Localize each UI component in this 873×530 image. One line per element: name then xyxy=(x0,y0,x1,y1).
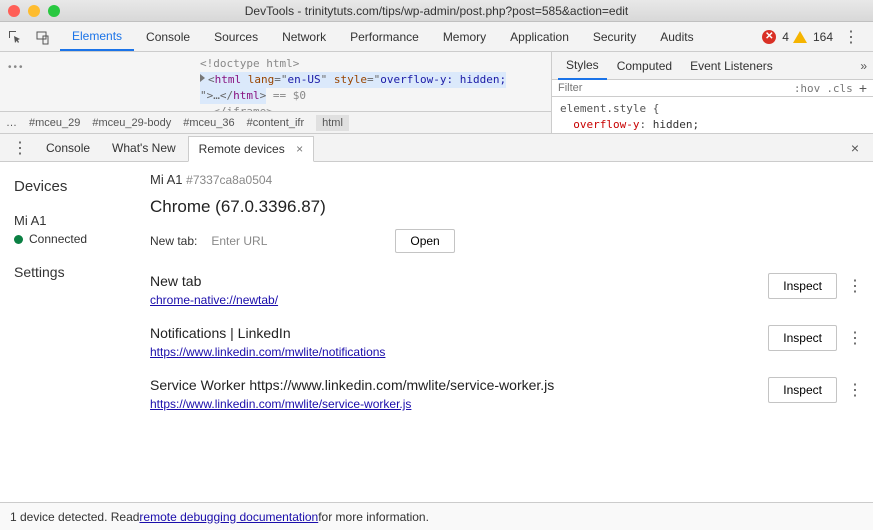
device-name: Mi A1 xyxy=(150,172,183,187)
drawer-tab-remotedevices[interactable]: Remote devices × xyxy=(188,136,314,162)
device-toolbar-icon[interactable] xyxy=(32,26,54,48)
chevrons-icon[interactable]: » xyxy=(860,59,867,73)
rule-property: overflow-y xyxy=(573,118,639,131)
device-header: Mi A1 #7337ca8a0504 xyxy=(150,172,861,187)
tab-security[interactable]: Security xyxy=(581,22,648,51)
close-tab-icon[interactable]: × xyxy=(296,142,303,156)
sidebar-device-status: Connected xyxy=(14,232,136,246)
drawer-tab-label: Remote devices xyxy=(199,142,285,156)
inspect-button[interactable]: Inspect xyxy=(768,377,837,403)
devices-heading: Devices xyxy=(14,178,136,195)
breadcrumb-item[interactable]: … xyxy=(6,117,17,129)
breadcrumb-item[interactable]: #content_ifr xyxy=(247,117,304,129)
drawer-close-icon[interactable]: × xyxy=(843,140,867,156)
remote-tab-title: Service Worker https://www.linkedin.com/… xyxy=(150,377,756,393)
tab-console[interactable]: Console xyxy=(134,22,202,51)
toolbar-status: ✕ 4 164 ⋮ xyxy=(762,27,869,47)
error-count[interactable]: 4 xyxy=(782,30,789,44)
footer-status: 1 device detected. Read remote debugging… xyxy=(0,502,873,530)
footer-prefix: 1 device detected. Read xyxy=(10,510,139,524)
cls-toggle[interactable]: .cls xyxy=(826,82,853,95)
inspect-button[interactable]: Inspect xyxy=(768,273,837,299)
new-style-rule-icon[interactable]: + xyxy=(859,80,867,96)
remote-tab-url[interactable]: chrome-native://newtab/ xyxy=(150,293,278,307)
panels-row: ••• <!doctype html> <html lang="en-US" s… xyxy=(0,52,873,134)
main-tabs: Elements Console Sources Network Perform… xyxy=(60,22,762,51)
styles-filter-input[interactable] xyxy=(558,82,788,94)
inspect-element-icon[interactable] xyxy=(4,26,26,48)
tab-performance[interactable]: Performance xyxy=(338,22,431,51)
expand-arrow-icon[interactable] xyxy=(200,74,205,82)
new-tab-label: New tab: xyxy=(150,234,197,248)
drawer-tab-whatsnew[interactable]: What's New xyxy=(102,136,186,160)
status-dot-icon xyxy=(14,235,23,244)
breadcrumb-item[interactable]: #mceu_36 xyxy=(183,117,234,129)
footer-suffix: for more information. xyxy=(318,510,429,524)
dollar-zero: == $0 xyxy=(273,89,306,102)
remote-tab-url[interactable]: https://www.linkedin.com/mwlite/service-… xyxy=(150,397,411,411)
kebab-icon[interactable]: ⋮ xyxy=(847,380,861,400)
remote-tab-title: Notifications | LinkedIn xyxy=(150,325,756,341)
tab-elements[interactable]: Elements xyxy=(60,22,134,51)
styles-panel: Styles Computed Event Listeners » :hov .… xyxy=(551,52,873,133)
rule-value: hidden; xyxy=(653,118,699,131)
titlebar: DevTools - trinitytuts.com/tips/wp-admin… xyxy=(0,0,873,22)
styles-filter-row: :hov .cls + xyxy=(552,80,873,97)
new-tab-url-input[interactable]: Enter URL xyxy=(211,234,381,248)
window-title: DevTools - trinitytuts.com/tips/wp-admin… xyxy=(0,4,873,18)
rule-selector: element.style { xyxy=(560,101,865,117)
styles-tab-computed[interactable]: Computed xyxy=(609,53,680,79)
tab-application[interactable]: Application xyxy=(498,22,581,51)
tab-network[interactable]: Network xyxy=(270,22,338,51)
browser-version: Chrome (67.0.3396.87) xyxy=(150,197,861,217)
tab-audits[interactable]: Audits xyxy=(648,22,705,51)
device-main: Mi A1 #7337ca8a0504 Chrome (67.0.3396.87… xyxy=(150,162,873,502)
breadcrumb-item[interactable]: #mceu_29 xyxy=(29,117,80,129)
breadcrumb-item-active[interactable]: html xyxy=(316,115,349,131)
devices-sidebar: Devices Mi A1 Connected Settings xyxy=(0,162,150,502)
html-open-tag: html xyxy=(215,73,242,86)
status-label: Connected xyxy=(29,232,87,246)
more-icon[interactable]: ⋮ xyxy=(837,27,865,47)
style-rules[interactable]: element.style { overflow-y: hidden; xyxy=(552,97,873,137)
remote-tab-item: Notifications | LinkedIn https://www.lin… xyxy=(150,325,861,359)
open-button[interactable]: Open xyxy=(395,229,454,253)
device-hash: #7337ca8a0504 xyxy=(186,173,272,187)
hov-toggle[interactable]: :hov xyxy=(794,82,821,95)
tab-sources[interactable]: Sources xyxy=(202,22,270,51)
breadcrumb-item[interactable]: #mceu_29-body xyxy=(92,117,171,129)
styles-tab-eventlisteners[interactable]: Event Listeners xyxy=(682,53,781,79)
remote-tab-url[interactable]: https://www.linkedin.com/mwlite/notifica… xyxy=(150,345,385,359)
tab-memory[interactable]: Memory xyxy=(431,22,498,51)
doctype-line: <!doctype html> xyxy=(200,57,299,70)
error-icon[interactable]: ✕ xyxy=(762,30,776,44)
inspect-button[interactable]: Inspect xyxy=(768,325,837,351)
breadcrumb: … #mceu_29 #mceu_29-body #mceu_36 #conte… xyxy=(0,111,551,133)
drawer-tabstrip: ⋮ Console What's New Remote devices × × xyxy=(0,134,873,162)
drawer-body: Devices Mi A1 Connected Settings Mi A1 #… xyxy=(0,162,873,502)
gutter-dots-icon: ••• xyxy=(8,62,25,73)
remote-tab-title: New tab xyxy=(150,273,756,289)
sidebar-device-name[interactable]: Mi A1 xyxy=(14,213,136,228)
styles-tab-styles[interactable]: Styles xyxy=(558,52,607,80)
sidebar-settings[interactable]: Settings xyxy=(14,264,136,280)
styles-tabs: Styles Computed Event Listeners » xyxy=(552,52,873,80)
warning-count[interactable]: 164 xyxy=(813,30,833,44)
remote-tab-item: New tab chrome-native://newtab/ Inspect … xyxy=(150,273,861,307)
drawer-tab-console[interactable]: Console xyxy=(36,136,100,160)
drawer-more-icon[interactable]: ⋮ xyxy=(6,138,34,158)
elements-panel[interactable]: ••• <!doctype html> <html lang="en-US" s… xyxy=(0,52,551,133)
warning-icon[interactable] xyxy=(793,31,807,43)
kebab-icon[interactable]: ⋮ xyxy=(847,276,861,296)
remote-tab-item: Service Worker https://www.linkedin.com/… xyxy=(150,377,861,411)
footer-link[interactable]: remote debugging documentation xyxy=(139,510,318,524)
main-toolbar: Elements Console Sources Network Perform… xyxy=(0,22,873,52)
kebab-icon[interactable]: ⋮ xyxy=(847,328,861,348)
new-tab-row: New tab: Enter URL Open xyxy=(150,229,861,253)
